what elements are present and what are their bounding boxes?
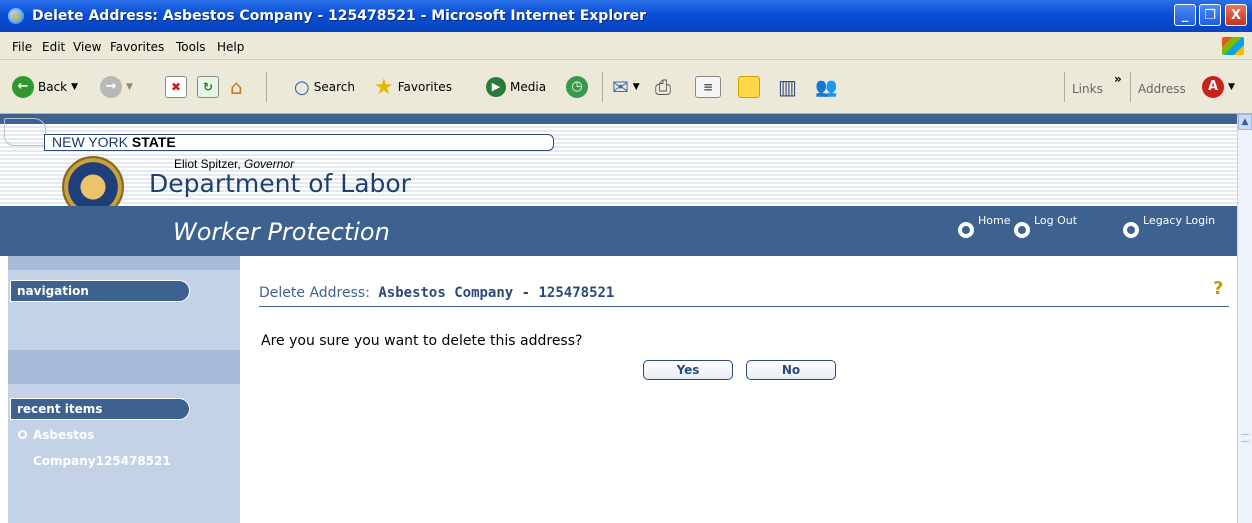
title-divider [259, 306, 1229, 307]
logout-link-label: Log Out [1034, 214, 1078, 227]
search-button[interactable]: ○ Search [294, 74, 355, 100]
recent-item-line-1: Asbestos [33, 428, 95, 442]
logout-link-icon [1014, 222, 1030, 238]
forward-dropdown-icon: ▼ [126, 82, 133, 92]
messenger-button[interactable]: 👥 [815, 74, 837, 100]
history-button[interactable]: ◷ [566, 74, 588, 100]
back-dropdown-icon: ▼ [71, 82, 79, 92]
search-icon: ○ [294, 76, 310, 98]
toolbar-separator [266, 72, 267, 102]
ny-state-map-icon [4, 118, 46, 146]
state-text: STATE [131, 134, 176, 150]
mail-button[interactable]: ✉ ▼ [612, 74, 640, 100]
forward-arrow-icon: → [100, 76, 122, 98]
new-york-text: NEW YORK [52, 134, 128, 150]
menu-tools[interactable]: Tools [176, 40, 206, 54]
back-label: Back [38, 80, 68, 94]
home-link-label: Home [978, 214, 1011, 227]
stop-icon: ✖ [165, 76, 187, 98]
window-title-bar: e Delete Address: Asbestos Company - 125… [0, 0, 1252, 32]
top-band [0, 114, 1237, 124]
recent-item-line-2: Company125478521 [33, 454, 171, 468]
confirm-message: Are you sure you want to delete this add… [261, 333, 583, 349]
note-icon [738, 76, 760, 98]
browser-toolbar: ← Back ▼ → ▼ ✖ ↻ ⌂ ○ Search ★ Favorites … [0, 60, 1252, 114]
recent-items-header: recent items [10, 398, 190, 420]
favorites-button[interactable]: ★ Favorites [374, 74, 452, 100]
research-button[interactable]: ▥ [778, 74, 797, 100]
sidebar: navigation recent items Asbestos Company… [8, 256, 240, 523]
menu-help[interactable]: Help [217, 40, 244, 54]
messenger-icon: 👥 [815, 76, 838, 98]
history-icon: ◷ [566, 76, 588, 98]
media-label: Media [510, 80, 547, 94]
edit-icon: ≡ [695, 76, 721, 98]
windows-logo-icon [1222, 37, 1244, 55]
restore-button[interactable]: ❐ [1199, 4, 1221, 26]
address-label[interactable]: Address [1138, 82, 1186, 96]
mail-dropdown-icon: ▼ [632, 82, 640, 92]
logout-link[interactable]: Log Out [1014, 214, 1077, 238]
chevron-icon[interactable]: » [1114, 72, 1122, 86]
legacy-login-icon [1123, 222, 1139, 238]
media-icon: ▶ [486, 77, 506, 97]
print-icon: ⎙ [655, 75, 671, 99]
window-title: Delete Address: Asbestos Company - 12547… [32, 8, 647, 24]
refresh-icon: ↻ [197, 76, 219, 98]
mail-icon: ✉ [612, 75, 629, 99]
menu-file[interactable]: File [12, 40, 32, 54]
recent-item-link[interactable]: Company125478521 [33, 454, 171, 468]
home-icon: ⌂ [230, 75, 243, 99]
recent-item-link[interactable]: Asbestos [18, 428, 94, 442]
favorites-star-icon: ★ [374, 74, 394, 100]
legacy-login-link[interactable]: Legacy Login [1123, 214, 1215, 238]
home-link-icon [958, 222, 974, 238]
navigation-header: navigation [10, 280, 190, 302]
home-link[interactable]: Home [958, 214, 1010, 238]
forward-button[interactable]: → ▼ [100, 74, 133, 100]
menu-bar: File Edit View Favorites Tools Help [0, 32, 1252, 60]
print-button[interactable]: ⎙ [655, 74, 671, 100]
scroll-up-icon[interactable]: ▲ [1238, 114, 1252, 130]
home-button[interactable]: ⌂ [230, 74, 243, 100]
page-content: NEW YORK STATE Eliot Spitzer, Governor D… [0, 114, 1237, 523]
menu-view[interactable]: View [73, 40, 101, 54]
scroll-grip [1241, 434, 1249, 442]
yes-button[interactable]: Yes [643, 360, 733, 380]
acrobat-icon: A [1202, 76, 1224, 98]
toolbar-separator [1064, 72, 1065, 102]
minimize-button[interactable]: _ [1174, 4, 1196, 26]
nys-label: NEW YORK STATE [52, 134, 176, 150]
menu-edit[interactable]: Edit [42, 40, 65, 54]
page-title-label: Delete Address: [259, 285, 370, 301]
search-label: Search [313, 80, 355, 94]
legacy-login-label: Legacy Login [1143, 214, 1216, 227]
ie-logo-icon: e [8, 8, 24, 24]
toolbar-separator [602, 72, 603, 102]
page-title: Delete Address: Asbestos Company - 12547… [259, 285, 614, 301]
page-title-value: Asbestos Company - 125478521 [378, 285, 615, 301]
help-icon[interactable]: ? [1213, 278, 1223, 299]
research-icon: ▥ [778, 75, 797, 99]
no-button[interactable]: No [746, 360, 836, 380]
pdf-dropdown-icon: ▼ [1228, 82, 1235, 92]
refresh-button[interactable]: ↻ [197, 74, 219, 100]
links-label[interactable]: Links [1072, 82, 1103, 96]
vertical-scrollbar[interactable]: ▲ [1237, 114, 1252, 523]
edit-button[interactable]: ≡ [695, 74, 721, 100]
back-button[interactable]: ← Back ▼ [12, 74, 78, 100]
discuss-button[interactable] [738, 74, 760, 100]
stop-button[interactable]: ✖ [165, 74, 187, 100]
favorites-label: Favorites [397, 80, 452, 94]
media-button[interactable]: ▶ Media [486, 74, 546, 100]
section-title: Worker Protection [173, 218, 390, 246]
bullet-icon [18, 430, 27, 439]
main-content: Delete Address: Asbestos Company - 12547… [240, 256, 1237, 523]
toolbar-separator [1130, 72, 1131, 102]
menu-favorites[interactable]: Favorites [110, 40, 164, 54]
back-arrow-icon: ← [12, 76, 34, 98]
department-name: Department of Labor [149, 169, 411, 198]
pdf-button[interactable]: A ▼ [1202, 74, 1235, 100]
close-button[interactable]: X [1225, 4, 1247, 26]
